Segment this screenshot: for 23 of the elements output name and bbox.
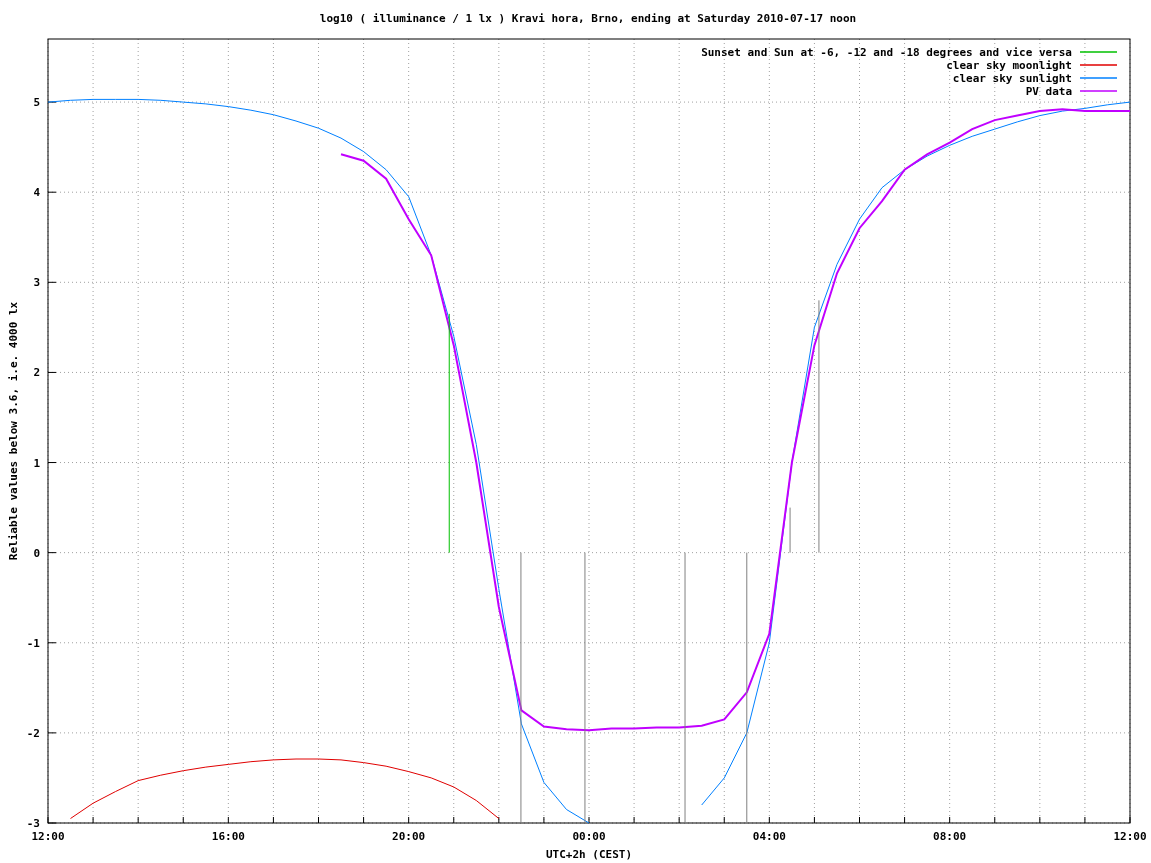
legend-label: clear sky moonlight — [946, 59, 1072, 72]
x-tick-label: 08:00 — [933, 830, 967, 843]
x-tick-label: 04:00 — [752, 830, 786, 843]
chart-title: log10 ( illuminance / 1 lx ) Kravi hora, Brno, ending at Saturday 2010-07-17 noon — [319, 12, 857, 25]
y-tick-label: 2 — [33, 366, 40, 380]
y-tick-label: -3 — [26, 817, 40, 830]
y-tick-label: 4 — [33, 186, 40, 200]
x-tick-label: 12:00 — [31, 830, 65, 843]
legend-label: PV data — [1025, 85, 1072, 98]
legend-label: clear sky sunlight — [952, 72, 1072, 85]
x-axis-label: UTC+2h (CEST) — [545, 848, 633, 861]
y-tick-label: 0 — [33, 546, 40, 560]
legend-label: Sunset and Sun at -6, -12 and -18 degrees and vice versa — [701, 46, 1072, 59]
y-tick-label: 3 — [33, 276, 40, 290]
x-tick-label: 16:00 — [211, 830, 245, 843]
x-tick-label: 00:00 — [572, 830, 606, 843]
y-tick-label: 1 — [33, 456, 40, 470]
y-tick-label: -1 — [26, 636, 40, 650]
y-tick-label: -2 — [26, 726, 40, 740]
x-tick-label: 20:00 — [392, 830, 426, 843]
y-tick-label: 5 — [33, 96, 40, 110]
x-tick-label: 12:00 — [1113, 830, 1147, 843]
y-axis-label: Reliable values below 3.6, i.e. 4000 lx — [7, 301, 20, 561]
